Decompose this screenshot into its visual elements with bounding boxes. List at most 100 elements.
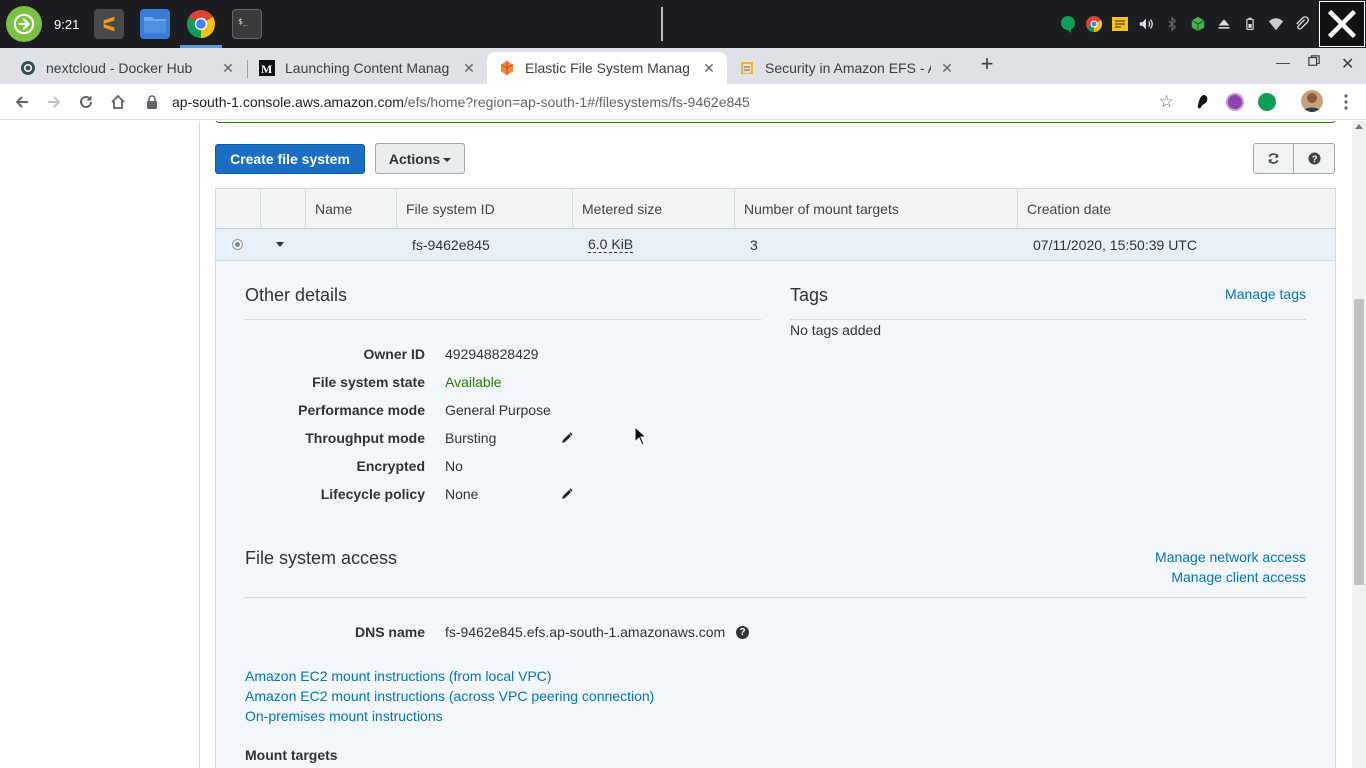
refresh-button[interactable] (1253, 143, 1294, 174)
terminal-icon[interactable]: $_ (232, 9, 262, 39)
throughput-mode-label: Throughput mode (305, 430, 425, 446)
file-system-access-heading: File system access (245, 548, 398, 568)
table-header: Name File system ID Metered size Number … (215, 188, 1336, 229)
page-scrollbar[interactable] (1352, 121, 1366, 768)
new-tab-button[interactable]: + (976, 53, 998, 76)
create-file-system-button[interactable]: Create file system (215, 144, 365, 174)
create-file-system-label: Create file system (230, 151, 350, 167)
system-tray (1059, 0, 1366, 48)
manage-tags-link[interactable]: Manage tags (1225, 286, 1306, 302)
on-premises-mount-link[interactable]: On-premises mount instructions (245, 708, 443, 724)
medium-icon: M (259, 60, 275, 76)
file-system-details-panel: Other details Owner ID 492948828429 File… (215, 261, 1336, 768)
header-mount-targets[interactable]: Number of mount targets (735, 189, 1018, 229)
header-file-system-id[interactable]: File system ID (397, 189, 573, 229)
row-radio[interactable] (232, 239, 243, 250)
help-icon: ? (1307, 152, 1321, 165)
eject-icon[interactable] (1215, 15, 1233, 33)
throughput-mode-value: Bursting (445, 430, 497, 446)
tab-elastic-file-system[interactable]: Elastic File System Manag ✕ (487, 52, 727, 84)
header-metered-size[interactable]: Metered size (573, 189, 735, 229)
encrypted-value: No (445, 458, 463, 474)
help-button[interactable]: ? (1294, 143, 1335, 174)
row-metered-size[interactable]: 6.0 KiB (588, 236, 634, 253)
row-file-system-id: fs-9462e845 (412, 236, 490, 253)
menu-kebab-icon[interactable] (1334, 90, 1358, 114)
minimize-button[interactable]: — (1276, 54, 1290, 70)
header-select (216, 189, 261, 229)
efs-console-page: Create file system Actions ? Name File s… (0, 121, 1352, 768)
back-button[interactable] (10, 90, 34, 114)
files-icon[interactable] (140, 9, 170, 39)
package-icon[interactable] (1189, 15, 1207, 33)
reload-button[interactable] (74, 90, 98, 114)
divider (790, 319, 1306, 320)
divider (245, 319, 761, 320)
tab-label: Launching Content Manag (285, 60, 450, 76)
profile-avatar[interactable] (1301, 90, 1323, 112)
row-mount-targets: 3 (750, 236, 758, 253)
row-name (306, 229, 397, 260)
tags-heading: Tags (790, 285, 829, 305)
lifecycle-policy-value: None (445, 486, 479, 502)
paperclip-icon[interactable] (1293, 15, 1311, 33)
close-icon[interactable]: ✕ (701, 60, 717, 77)
dns-help-icon[interactable]: ? (736, 626, 749, 639)
extension-purple-icon[interactable] (1226, 93, 1244, 111)
file-system-state-value: Available (445, 374, 502, 390)
chrome-icon[interactable] (180, 9, 222, 48)
lock-icon (147, 95, 157, 109)
file-systems-table: Name File system ID Metered size Number … (215, 188, 1336, 261)
close-icon[interactable]: ✕ (220, 60, 236, 77)
performance-mode-value: General Purpose (445, 402, 551, 418)
docker-icon (20, 60, 36, 76)
manage-client-access-link[interactable]: Manage client access (1171, 569, 1306, 585)
forward-button[interactable] (42, 90, 66, 114)
ec2-mount-vpc-peering-link[interactable]: Amazon EC2 mount instructions (across VP… (245, 688, 654, 704)
launcher-icon[interactable] (6, 6, 42, 42)
main-content: Create file system Actions ? Name File s… (200, 121, 1352, 768)
close-icon[interactable]: ✕ (939, 60, 955, 77)
home-button[interactable] (106, 90, 130, 114)
chrome-tray-icon[interactable] (1085, 15, 1103, 33)
manage-network-access-link[interactable]: Manage network access (1155, 549, 1306, 565)
notes-icon[interactable] (1111, 15, 1129, 33)
bookmark-star-icon[interactable]: ☆ (1159, 92, 1174, 112)
success-banner (215, 121, 1336, 123)
volume-icon[interactable] (1137, 15, 1155, 33)
header-name[interactable]: Name (306, 189, 397, 229)
tab-launching-content[interactable]: M Launching Content Manag ✕ (247, 52, 487, 84)
tab-security-efs[interactable]: Security in Amazon EFS - A ✕ (727, 52, 965, 84)
aws-docs-icon (739, 60, 755, 76)
url-host: ap-south-1.console.aws.amazon.com (172, 94, 404, 110)
maximize-button[interactable] (1308, 54, 1320, 70)
scroll-thumb[interactable] (1354, 299, 1364, 585)
extension-hangouts-icon[interactable] (1258, 93, 1276, 111)
tab-docker-hub[interactable]: nextcloud - Docker Hub ✕ (8, 52, 246, 84)
row-creation-date: 07/11/2020, 15:50:39 UTC (1033, 236, 1197, 253)
no-tags-text: No tags added (790, 322, 882, 338)
address-bar[interactable]: ap-south-1.console.aws.amazon.com/efs/ho… (140, 87, 1180, 117)
sublime-text-icon[interactable] (94, 9, 124, 39)
hangouts-icon[interactable] (1059, 15, 1077, 33)
edit-lifecycle-pencil-icon[interactable] (561, 488, 573, 500)
dns-name-value: fs-9462e845.efs.ap-south-1.amazonaws.com (445, 624, 726, 640)
browser-toolbar: ap-south-1.console.aws.amazon.com/efs/ho… (0, 84, 1366, 120)
wifi-icon[interactable] (1267, 15, 1285, 33)
battery-icon[interactable] (1241, 15, 1259, 33)
extension-gnome-icon[interactable] (1194, 93, 1212, 111)
close-window-button[interactable]: ✕ (1341, 54, 1354, 74)
x-app-icon[interactable] (1319, 1, 1365, 47)
bluetooth-icon[interactable] (1163, 15, 1181, 33)
header-creation-date[interactable]: Creation date (1018, 189, 1335, 229)
edit-throughput-pencil-icon[interactable] (561, 432, 573, 444)
scroll-up-arrow-icon[interactable] (1355, 124, 1363, 129)
tab-label: Elastic File System Manag (525, 60, 690, 76)
ec2-mount-local-vpc-link[interactable]: Amazon EC2 mount instructions (from loca… (245, 668, 552, 684)
close-icon[interactable]: ✕ (461, 60, 477, 77)
actions-dropdown[interactable]: Actions (375, 143, 465, 174)
other-details-heading: Other details (245, 285, 348, 305)
expand-caret-icon[interactable] (276, 242, 284, 247)
left-navigation (0, 121, 200, 768)
table-row[interactable]: fs-9462e845 6.0 KiB 3 07/11/2020, 15:50:… (215, 229, 1336, 261)
